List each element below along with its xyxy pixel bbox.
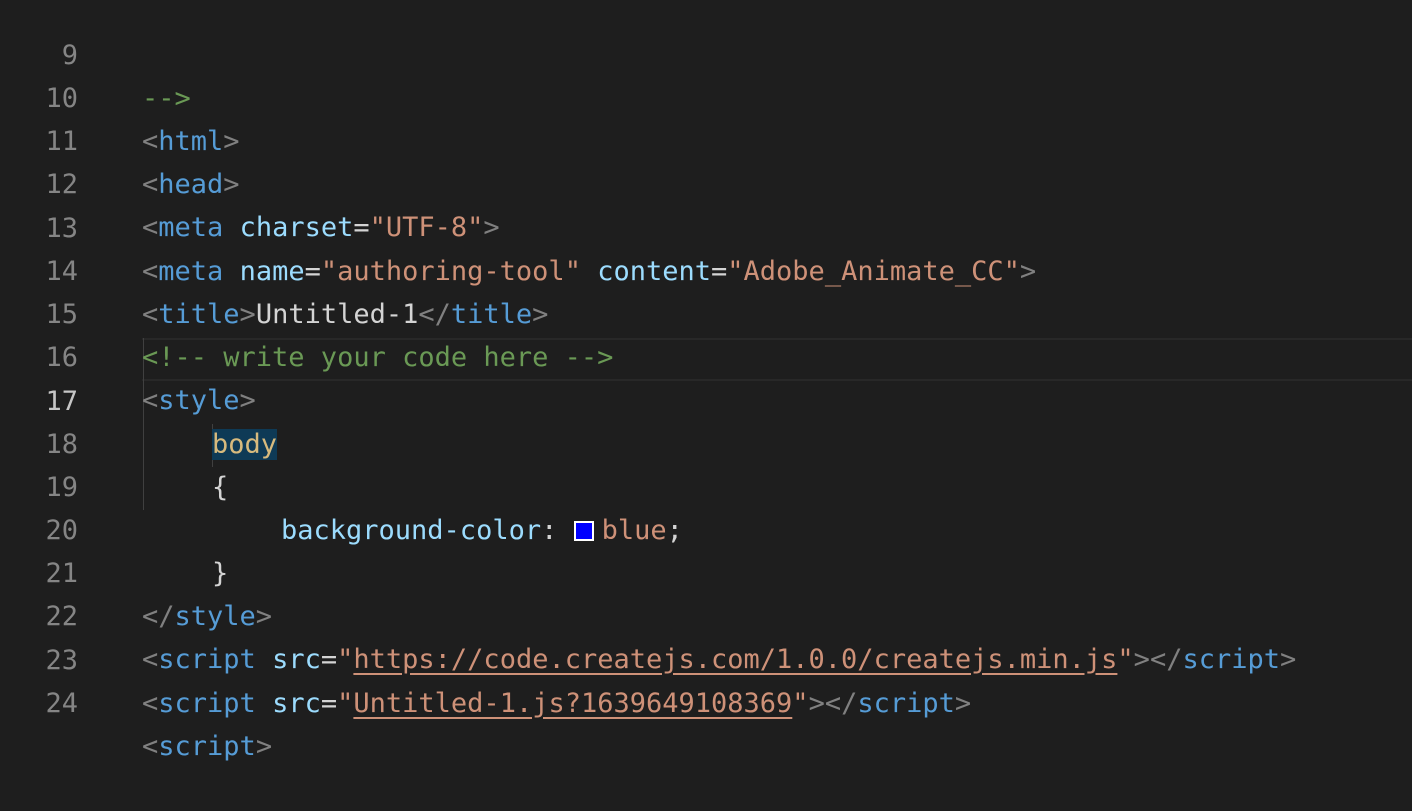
- code-line-19[interactable]: 19 background-color: blue;: [0, 423, 1412, 546]
- tag-name: script: [857, 688, 955, 719]
- code-line-9[interactable]: 9 -->: [0, 0, 1412, 114]
- code-line-21[interactable]: 21 </style>: [0, 509, 1412, 632]
- code-line-20[interactable]: 20 }: [0, 466, 1412, 589]
- tag-name: script: [158, 688, 256, 719]
- code-line-13[interactable]: 13 <meta name="authoring-tool" content="…: [0, 164, 1412, 287]
- code-line-12[interactable]: 12 <meta charset="UTF-8">: [0, 120, 1412, 243]
- tag-name: script: [158, 731, 256, 762]
- code-line-24[interactable]: 24 <script>: [0, 639, 1412, 762]
- code-line-10[interactable]: 10 <html>: [0, 34, 1412, 157]
- code-line-18[interactable]: 18 {: [0, 380, 1412, 503]
- tag-bracket: <: [142, 731, 159, 762]
- quote-token: ": [337, 688, 354, 719]
- code-line-22[interactable]: 22 <script src="https://code.createjs.co…: [0, 552, 1412, 675]
- attribute-name: src: [272, 688, 321, 719]
- tag-bracket: >: [954, 688, 972, 719]
- tag-bracket: <: [142, 688, 159, 719]
- code-line-23[interactable]: 23 <script src="Untitled-1.js?1639649108…: [0, 596, 1412, 719]
- code-line-17[interactable]: 17 body: [0, 337, 1412, 460]
- tag-bracket: >: [255, 731, 273, 762]
- code-line-14[interactable]: 14 <title>Untitled-1</title>: [0, 207, 1412, 330]
- line-number: 24: [45, 688, 78, 719]
- code-line-15[interactable]: 15 <!-- write your code here -->: [0, 250, 1412, 373]
- code-editor[interactable]: 9 --> 10 <html> 11 <head> 12 <meta chars…: [0, 0, 1412, 762]
- tag-bracket: </: [824, 688, 858, 719]
- code-line-16[interactable]: 16 <style>: [0, 293, 1412, 416]
- tag-bracket: >: [808, 688, 825, 719]
- quote-token: ": [792, 688, 809, 719]
- code-line-11[interactable]: 11 <head>: [0, 77, 1412, 200]
- equals-token: =: [320, 688, 338, 719]
- script-src-link[interactable]: Untitled-1.js?1639649108369: [353, 688, 792, 719]
